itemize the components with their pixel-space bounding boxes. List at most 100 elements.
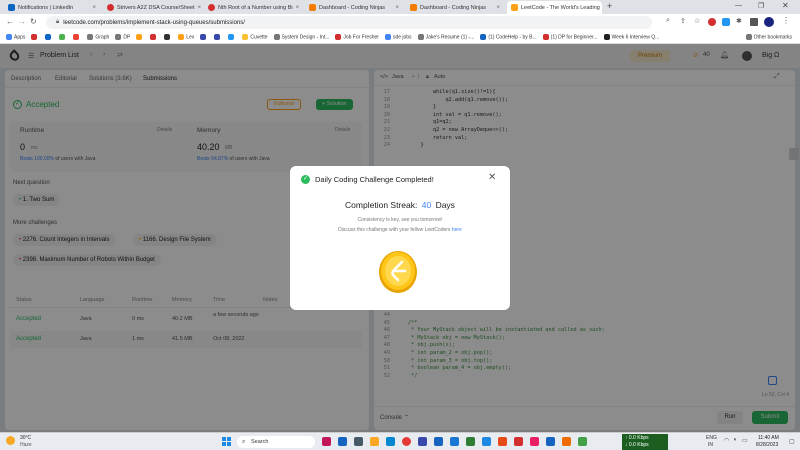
app-icon[interactable] xyxy=(546,437,555,446)
extension-icon[interactable] xyxy=(708,18,716,26)
bookmark-icon-only[interactable] xyxy=(228,33,236,40)
app-icon[interactable] xyxy=(562,437,571,446)
chrome-icon[interactable] xyxy=(402,437,411,446)
browser-tab[interactable]: Strivers A2Z DSA Course/Sheet × xyxy=(103,1,201,14)
discuss-here-link[interactable]: here xyxy=(452,227,462,233)
bookmark-item[interactable]: Lex xyxy=(178,33,194,40)
site-icon xyxy=(214,33,221,40)
youtube-icon xyxy=(31,33,38,40)
tab-title: Strivers A2Z DSA Course/Sheet xyxy=(117,4,195,11)
zoom-icon[interactable]: ⌕ xyxy=(666,17,670,25)
streak-line: Completion Streak: 40 Days xyxy=(290,200,510,210)
brave-icon[interactable] xyxy=(498,437,507,446)
bookmark-item[interactable]: DP xyxy=(115,33,130,40)
bookmark-icon-only[interactable] xyxy=(136,33,144,40)
close-icon[interactable]: ✕ xyxy=(488,172,496,183)
browser-tab[interactable]: Notifications | LinkedIn × xyxy=(4,1,100,14)
bookmark-item[interactable]: Jake's Resume (1) -... xyxy=(417,33,474,40)
maximize-icon[interactable]: ❐ xyxy=(758,2,764,10)
forward-icon[interactable]: → xyxy=(18,17,26,26)
leetcode-icon xyxy=(136,33,143,40)
input-language[interactable]: ENG xyxy=(706,435,717,441)
url-field[interactable]: 🔒︎ leetcode.com/problems/implement-stack… xyxy=(46,16,652,29)
app-icon[interactable] xyxy=(338,437,347,446)
xbox-icon[interactable] xyxy=(466,437,475,446)
star-icon[interactable]: ☆ xyxy=(694,17,700,25)
close-icon[interactable]: × xyxy=(496,5,500,11)
clock-date[interactable]: 8/28/2023 xyxy=(756,442,778,448)
extension-icon[interactable] xyxy=(722,18,730,26)
task-view-icon[interactable] xyxy=(354,437,363,446)
weather-desc[interactable]: Haze xyxy=(20,442,32,448)
close-icon[interactable]: × xyxy=(198,5,201,11)
leetcode-coin-icon xyxy=(379,251,417,293)
bookmark-icon-only[interactable] xyxy=(73,33,81,40)
app-icon[interactable] xyxy=(482,437,491,446)
menu-icon[interactable]: ⋮ xyxy=(782,16,790,25)
profile-avatar[interactable] xyxy=(764,17,774,27)
close-icon[interactable]: × xyxy=(296,5,300,11)
bookmark-icon-only[interactable] xyxy=(200,33,208,40)
back-icon[interactable]: ← xyxy=(6,17,14,26)
app-icon[interactable] xyxy=(434,437,443,446)
bookmark-icon-only[interactable] xyxy=(45,33,53,40)
bookmark-icon-only[interactable] xyxy=(164,33,172,40)
app-icon[interactable] xyxy=(418,437,427,446)
site-icon xyxy=(480,33,487,40)
share-icon[interactable]: ⇪ xyxy=(680,17,686,25)
battery-icon[interactable]: ▭ xyxy=(742,437,748,444)
window-close-icon[interactable]: ✕ xyxy=(782,1,789,10)
weather-temp[interactable]: 30°C xyxy=(20,435,31,441)
bookmark-icon-only[interactable] xyxy=(59,33,67,40)
drive-icon xyxy=(59,33,66,40)
app-icon[interactable] xyxy=(322,437,331,446)
close-icon[interactable]: × xyxy=(395,5,399,11)
reload-icon[interactable]: ↻ xyxy=(30,17,37,26)
clock-time[interactable]: 11:40 AM xyxy=(758,435,779,441)
bookmark-item[interactable]: Graph xyxy=(87,33,109,40)
bookmark-item[interactable]: (1) DP for Beginner... xyxy=(542,33,598,40)
browser-tab-active[interactable]: LeetCode - The World's Leading × xyxy=(507,1,602,14)
bookmark-item[interactable]: sde jobs xyxy=(384,33,412,40)
bookmark-icon-only[interactable] xyxy=(31,33,39,40)
leetcode-icon xyxy=(178,33,185,40)
close-icon[interactable]: × xyxy=(92,5,96,11)
new-tab-button[interactable]: + xyxy=(607,1,612,11)
browser-tab[interactable]: Dashboard - Coding Ninjas × xyxy=(305,1,403,14)
edge-icon[interactable] xyxy=(386,437,395,446)
instagram-icon[interactable] xyxy=(530,437,539,446)
bookmark-item[interactable]: Job For Fresher xyxy=(335,33,379,40)
bookmark-item[interactable]: Apps xyxy=(6,33,25,40)
app-icon[interactable] xyxy=(450,437,459,446)
puzzle-icon[interactable]: ✱ xyxy=(736,17,742,25)
whatsapp-icon[interactable] xyxy=(578,437,587,446)
file-explorer-icon[interactable] xyxy=(370,437,379,446)
volume-icon[interactable]: ◖ xyxy=(733,437,737,443)
taskbar-search[interactable]: ⌕ Search xyxy=(237,436,315,448)
youtube-icon[interactable] xyxy=(514,437,523,446)
minimize-icon[interactable]: — xyxy=(735,2,742,9)
notifications-icon[interactable]: ▢ xyxy=(789,438,795,445)
youtube-icon xyxy=(208,4,215,11)
bookmark-icon-only[interactable] xyxy=(150,33,158,40)
wifi-icon[interactable]: ◠ xyxy=(724,437,729,444)
bookmark-icon-only[interactable] xyxy=(214,33,222,40)
sidepanel-icon[interactable] xyxy=(750,18,758,26)
windows-start-icon[interactable] xyxy=(222,437,231,446)
browser-tab[interactable]: Dashboard - Coding Ninjas × xyxy=(406,1,504,14)
site-icon xyxy=(242,33,249,40)
site-icon xyxy=(200,33,207,40)
url-text: leetcode.com/problems/implement-stack-us… xyxy=(63,19,245,26)
site-icon xyxy=(417,33,424,40)
folder-icon xyxy=(87,33,94,40)
other-bookmarks[interactable]: Other bookmarks xyxy=(745,33,792,40)
input-region[interactable]: IN xyxy=(708,442,713,448)
bookmark-item[interactable]: (1) CodeHelp - by B... xyxy=(480,33,537,40)
browser-tab[interactable]: Nth Root of a Number using Bi × xyxy=(204,1,302,14)
bookmark-item[interactable]: System Design - Int... xyxy=(273,33,329,40)
weather-sun-icon[interactable] xyxy=(6,436,15,445)
bookmark-item[interactable]: Cuvette xyxy=(242,33,268,40)
bookmark-item[interactable]: Week 6 Interview Q... xyxy=(603,33,659,40)
site-icon xyxy=(273,33,280,40)
streak-label: Completion Streak: xyxy=(345,200,418,210)
